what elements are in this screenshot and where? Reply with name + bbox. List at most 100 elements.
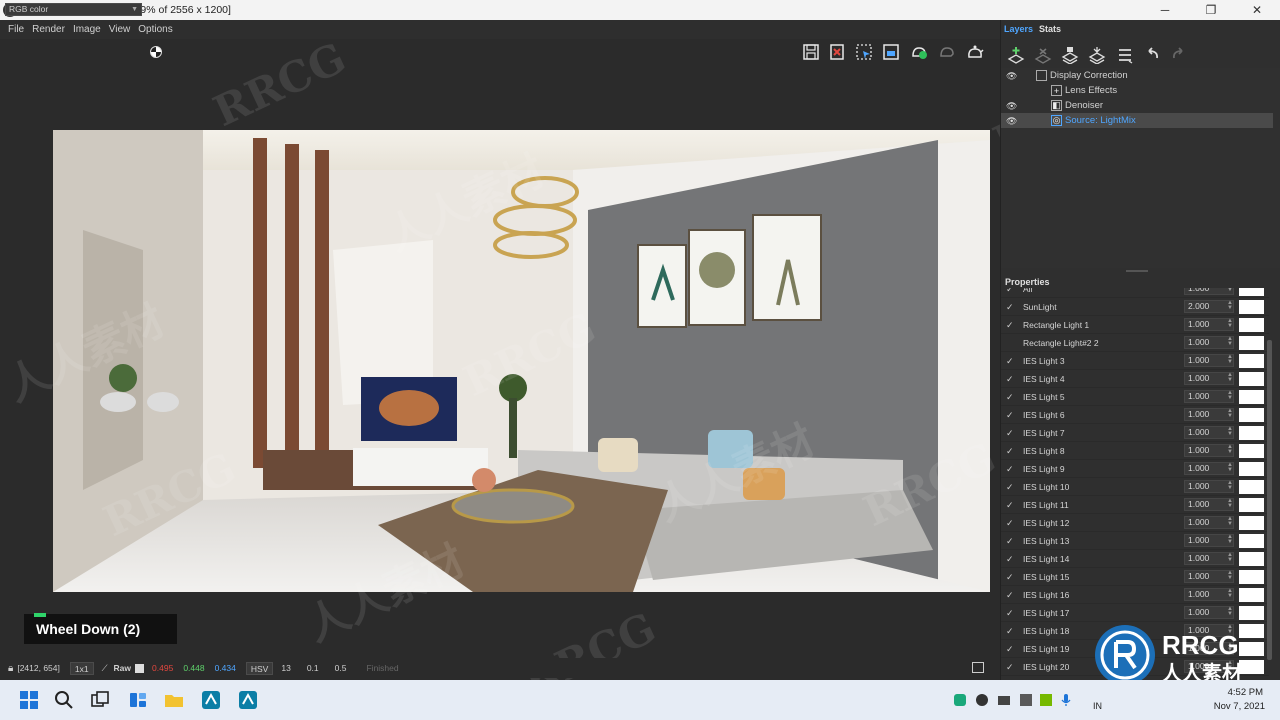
layer-item-source-lightmix[interactable]: 👁︎ ◎ Source: LightMix (1001, 113, 1273, 128)
light-checkbox[interactable]: ✓ (1006, 302, 1016, 312)
spinner-icon[interactable]: ▲▼ (1227, 426, 1233, 437)
region-render-icon[interactable] (853, 41, 875, 63)
spinner-icon[interactable]: ▲▼ (1227, 480, 1233, 491)
light-checkbox[interactable]: ✓ (1006, 536, 1016, 546)
save-image-icon[interactable] (800, 41, 822, 63)
track-mouse-icon[interactable] (880, 41, 902, 63)
light-color-swatch[interactable] (1239, 408, 1264, 422)
light-color-swatch[interactable] (1239, 390, 1264, 404)
properties-scrollbar[interactable] (1267, 340, 1272, 660)
light-color-swatch[interactable] (1239, 300, 1264, 314)
log-panel-icon[interactable] (972, 662, 984, 673)
light-checkbox[interactable]: ✓ (1006, 572, 1016, 582)
light-color-swatch[interactable] (1239, 606, 1264, 620)
spinner-icon[interactable]: ▲▼ (1227, 408, 1233, 419)
layer-item-lens-effects[interactable]: + Lens Effects (1001, 83, 1273, 98)
tray-app-icon-3[interactable] (996, 688, 1012, 712)
light-checkbox[interactable]: ✓ (1006, 464, 1016, 474)
light-color-swatch[interactable] (1239, 480, 1264, 494)
clear-image-icon[interactable] (826, 41, 848, 63)
redo-icon[interactable] (1168, 44, 1190, 66)
clock-time[interactable]: 4:52 PM (1203, 687, 1263, 698)
spinner-icon[interactable]: ▲▼ (1227, 288, 1233, 293)
light-checkbox[interactable]: ✓ (1006, 554, 1016, 564)
spinner-icon[interactable]: ▲▼ (1227, 516, 1233, 527)
light-checkbox[interactable]: ✓ (1006, 356, 1016, 366)
light-color-swatch[interactable] (1239, 462, 1264, 476)
splitter-handle[interactable] (1126, 270, 1148, 272)
rendered-image[interactable] (53, 130, 990, 592)
microphone-icon[interactable] (1058, 688, 1074, 712)
3dsmax-icon[interactable] (199, 688, 223, 712)
eye-icon[interactable]: 👁︎ (1006, 101, 1018, 111)
light-checkbox[interactable]: ✓ (1006, 608, 1016, 618)
tray-app-icon-5[interactable] (1038, 688, 1054, 712)
close-button[interactable]: ✕ (1234, 0, 1280, 20)
light-checkbox[interactable]: ✓ (1006, 392, 1016, 402)
spinner-icon[interactable]: ▲▼ (1227, 534, 1233, 545)
light-checkbox[interactable]: ✓ (1006, 626, 1016, 636)
light-color-swatch[interactable] (1239, 516, 1264, 530)
menu-options[interactable]: Options (138, 24, 172, 35)
light-color-swatch[interactable] (1239, 426, 1264, 440)
tab-layers[interactable]: Layers (1001, 20, 1036, 38)
light-checkbox[interactable]: ✓ (1006, 644, 1016, 654)
spinner-icon[interactable]: ▲▼ (1227, 498, 1233, 509)
tab-stats[interactable]: Stats (1036, 20, 1064, 38)
layer-item-display-correction[interactable]: 👁︎ Display Correction (1001, 68, 1273, 83)
channel-select[interactable]: RGB color ▼ (5, 3, 142, 16)
light-checkbox[interactable]: ✓ (1006, 374, 1016, 384)
spinner-icon[interactable]: ▲▼ (1227, 462, 1233, 473)
color-picker-icon[interactable]: ⟋ (102, 663, 108, 674)
light-color-swatch[interactable] (1239, 498, 1264, 512)
light-color-swatch[interactable] (1239, 354, 1264, 368)
light-checkbox[interactable] (1006, 338, 1016, 348)
light-color-swatch[interactable] (1239, 588, 1264, 602)
light-checkbox[interactable]: ✓ (1006, 320, 1016, 330)
save-layers-icon[interactable] (1059, 44, 1081, 66)
minimize-button[interactable]: ─ (1142, 0, 1188, 20)
mono-toggle-icon[interactable] (150, 46, 162, 58)
light-checkbox[interactable]: ✓ (1006, 288, 1016, 294)
menu-image[interactable]: Image (73, 24, 101, 35)
light-checkbox[interactable]: ✓ (1006, 590, 1016, 600)
maximize-button[interactable]: ❐ (1188, 0, 1234, 20)
language-indicator[interactable]: IN (1093, 701, 1102, 711)
light-checkbox[interactable]: ✓ (1006, 410, 1016, 420)
light-checkbox[interactable]: ✓ (1006, 500, 1016, 510)
menu-file[interactable]: File (8, 24, 24, 35)
menu-render[interactable]: Render (32, 24, 65, 35)
eye-icon[interactable]: 👁︎ (1006, 71, 1018, 81)
light-color-swatch[interactable] (1239, 318, 1264, 332)
tray-app-icon[interactable] (952, 688, 968, 712)
undo-icon[interactable] (1141, 44, 1163, 66)
task-view-icon[interactable] (88, 688, 112, 712)
light-color-swatch[interactable] (1239, 444, 1264, 458)
widgets-icon[interactable] (126, 688, 150, 712)
light-checkbox[interactable]: ✓ (1006, 662, 1016, 672)
light-checkbox[interactable]: ✓ (1006, 446, 1016, 456)
spinner-icon[interactable]: ▲▼ (1227, 390, 1233, 401)
lock-icon[interactable]: 🔒︎ (8, 663, 13, 674)
clock-date[interactable]: Nov 7, 2021 (1190, 701, 1265, 712)
eye-icon[interactable]: 👁︎ (1006, 116, 1018, 126)
spinner-icon[interactable]: ▲▼ (1227, 552, 1233, 563)
render-teapot-icon[interactable] (964, 41, 986, 63)
tray-app-icon-4[interactable] (1018, 688, 1034, 712)
load-layers-icon[interactable] (1086, 44, 1108, 66)
menu-view[interactable]: View (109, 24, 131, 35)
light-color-swatch[interactable] (1239, 336, 1264, 350)
spinner-icon[interactable]: ▲▼ (1227, 300, 1233, 311)
layer-list-icon[interactable] (1114, 44, 1136, 66)
interactive-render-icon[interactable] (908, 41, 930, 63)
light-color-swatch[interactable] (1239, 552, 1264, 566)
layer-item-denoiser[interactable]: 👁︎ ◧ Denoiser (1001, 98, 1273, 113)
zoom-select[interactable]: 1x1 (69, 661, 94, 675)
light-color-swatch[interactable] (1239, 372, 1264, 386)
spinner-icon[interactable]: ▲▼ (1227, 336, 1233, 347)
stop-render-icon[interactable] (936, 41, 958, 63)
spinner-icon[interactable]: ▲▼ (1227, 372, 1233, 383)
tray-app-icon-2[interactable] (974, 688, 990, 712)
spinner-icon[interactable]: ▲▼ (1227, 588, 1233, 599)
file-explorer-icon[interactable] (162, 688, 186, 712)
